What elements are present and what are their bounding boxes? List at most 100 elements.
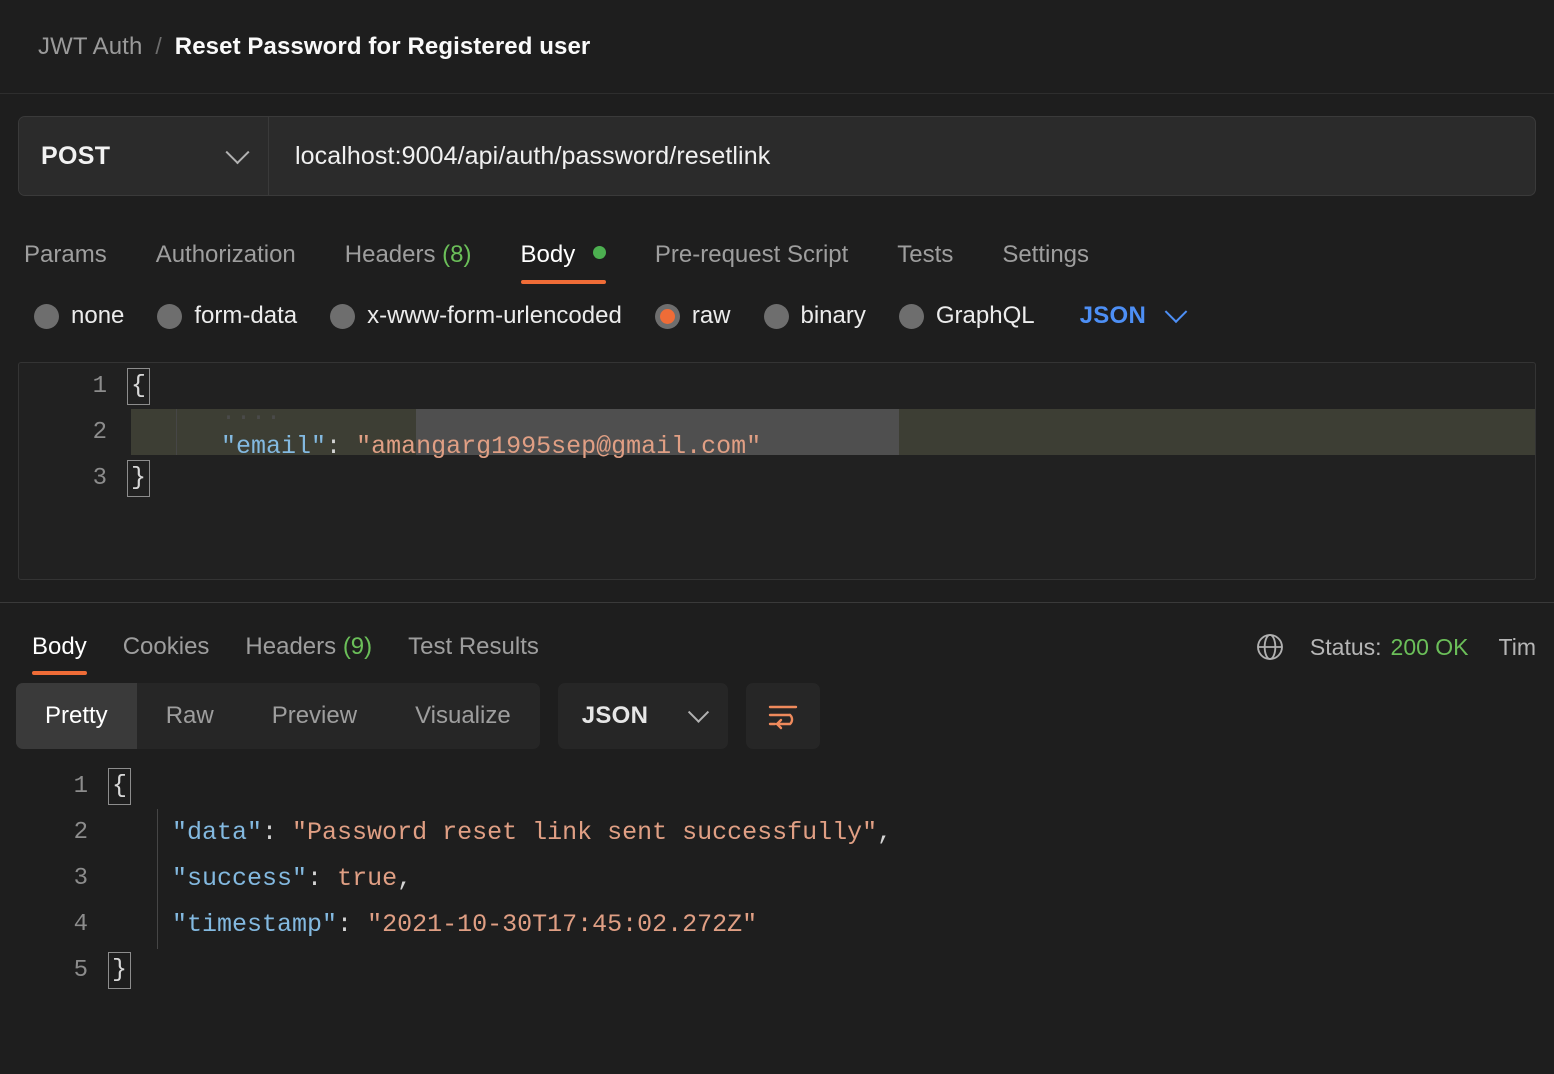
request-url-row: POST localhost:9004/api/auth/password/re… xyxy=(0,94,1554,196)
line-number: 4 xyxy=(73,910,88,938)
chevron-down-icon xyxy=(225,139,250,164)
request-body-editor[interactable]: 1 { 2 ···· "email": "amangarg1995sep@gma… xyxy=(18,362,1536,580)
time-label: Tim xyxy=(1498,633,1536,660)
tab-body-label: Body xyxy=(520,241,576,268)
raw-format-select[interactable]: JSON xyxy=(1079,300,1188,330)
response-line: 1 { xyxy=(0,763,1554,809)
view-mode-pretty-label: Pretty xyxy=(45,702,108,729)
raw-format-label: JSON xyxy=(1079,302,1147,329)
json-key: "data" xyxy=(172,817,263,847)
tab-tests[interactable]: Tests xyxy=(897,241,953,284)
radio-icon xyxy=(157,303,183,329)
tab-authorization-label: Authorization xyxy=(155,241,296,268)
response-tab-test-results-label: Test Results xyxy=(408,633,539,660)
body-type-binary[interactable]: binary xyxy=(763,302,866,330)
status-label: Status: xyxy=(1309,633,1382,660)
view-mode-raw[interactable]: Raw xyxy=(137,683,243,749)
body-type-urlencoded-label: x-www-form-urlencoded xyxy=(367,302,622,329)
json-colon: : xyxy=(262,817,293,847)
view-mode-visualize[interactable]: Visualize xyxy=(386,683,540,749)
response-body-viewer[interactable]: 1 { 2 "data": "Password reset link sent … xyxy=(0,763,1554,1013)
body-type-graphql-label: GraphQL xyxy=(935,302,1035,329)
response-format-select[interactable]: JSON xyxy=(557,683,728,749)
http-method-select[interactable]: POST xyxy=(19,117,269,195)
response-tab-test-results[interactable]: Test Results xyxy=(408,633,539,675)
line-number: 1 xyxy=(73,772,88,800)
tab-settings[interactable]: Settings xyxy=(1002,241,1089,284)
json-boolean-value: true xyxy=(337,863,398,893)
response-format-label: JSON xyxy=(581,702,649,729)
json-colon: : xyxy=(307,863,338,893)
brace-match: } xyxy=(127,459,151,497)
http-method-label: POST xyxy=(41,141,111,170)
line-number: 1 xyxy=(92,372,107,400)
tab-authorization[interactable]: Authorization xyxy=(156,241,296,284)
line-number: 3 xyxy=(73,864,88,892)
response-tab-headers-count: (9) xyxy=(342,633,373,660)
json-string-value: "amangarg1995sep@gmail.com" xyxy=(356,432,762,461)
word-wrap-icon xyxy=(768,705,797,730)
view-mode-preview[interactable]: Preview xyxy=(243,683,386,749)
response-view-mode-group: Pretty Raw Preview Visualize xyxy=(16,683,540,749)
response-tab-body[interactable]: Body xyxy=(32,633,87,675)
body-type-form-data[interactable]: form-data xyxy=(157,302,297,330)
tab-tests-label: Tests xyxy=(897,241,954,268)
chevron-down-icon xyxy=(1164,300,1188,324)
view-mode-raw-label: Raw xyxy=(165,702,214,729)
response-tab-bar: Body Cookies Headers (9) Test Results St… xyxy=(0,603,1554,675)
response-status-area: Status: 200 OK Tim xyxy=(1254,631,1536,675)
body-type-graphql[interactable]: GraphQL xyxy=(898,302,1035,330)
response-tab-body-label: Body xyxy=(32,633,87,660)
radio-selected-icon xyxy=(654,303,680,329)
json-string-value: "2021-10-30T17:45:02.272Z" xyxy=(367,909,758,939)
json-key: "success" xyxy=(172,863,308,893)
brace-match: { xyxy=(108,767,132,805)
breadcrumb-separator: / xyxy=(155,33,162,59)
json-comma: , xyxy=(397,863,413,893)
body-type-urlencoded[interactable]: x-www-form-urlencoded xyxy=(330,302,622,330)
whitespace-dots: ···· xyxy=(221,403,282,432)
response-tab-headers[interactable]: Headers (9) xyxy=(245,633,372,675)
request-tab-bar: Params Authorization Headers (8) Body Pr… xyxy=(0,212,1554,284)
response-tab-cookies-label: Cookies xyxy=(122,633,210,660)
body-type-row: none form-data x-www-form-urlencoded raw… xyxy=(0,284,1554,348)
response-line: 4 "timestamp": "2021-10-30T17:45:02.272Z… xyxy=(0,901,1554,947)
view-mode-preview-label: Preview xyxy=(271,702,358,729)
editor-line-active: 2 ···· "email": "amangarg1995sep@gmail.c… xyxy=(19,403,1535,461)
json-colon: : xyxy=(337,909,368,939)
view-mode-pretty[interactable]: Pretty xyxy=(16,683,137,749)
tab-pre-request-script[interactable]: Pre-request Script xyxy=(655,241,848,284)
status-badge: 200 OK xyxy=(1390,633,1469,660)
body-type-none-label: none xyxy=(71,302,125,329)
json-comma: , xyxy=(877,817,893,847)
globe-icon[interactable] xyxy=(1254,631,1286,663)
tab-headers-label: Headers xyxy=(344,241,436,268)
brace-match: } xyxy=(108,951,132,989)
response-tab-cookies[interactable]: Cookies xyxy=(123,633,210,675)
body-type-binary-label: binary xyxy=(800,302,866,329)
page-title: Reset Password for Registered user xyxy=(174,32,591,60)
response-line: 2 "data": "Password reset link sent succ… xyxy=(0,809,1554,855)
breadcrumb-collection[interactable]: JWT Auth xyxy=(38,33,142,61)
view-mode-visualize-label: Visualize xyxy=(415,702,511,729)
radio-icon xyxy=(330,303,356,329)
url-input[interactable]: localhost:9004/api/auth/password/resetli… xyxy=(269,117,1535,195)
tab-pre-request-script-label: Pre-request Script xyxy=(654,241,849,268)
line-number: 5 xyxy=(73,956,88,984)
tab-settings-label: Settings xyxy=(1002,241,1090,268)
breadcrumb: JWT Auth / Reset Password for Registered… xyxy=(0,0,1554,94)
line-number: 3 xyxy=(92,464,107,492)
tab-headers[interactable]: Headers (8) xyxy=(345,241,472,284)
chevron-down-icon xyxy=(687,701,709,723)
line-number: 2 xyxy=(73,818,88,846)
body-type-none[interactable]: none xyxy=(34,302,124,330)
tab-body[interactable]: Body xyxy=(520,241,607,284)
json-key: "email" xyxy=(221,432,327,461)
json-key: "timestamp" xyxy=(172,909,338,939)
radio-icon xyxy=(763,303,789,329)
word-wrap-button[interactable] xyxy=(745,683,820,749)
tab-params-label: Params xyxy=(24,241,107,268)
body-type-raw[interactable]: raw xyxy=(654,302,731,330)
tab-params[interactable]: Params xyxy=(24,241,107,284)
response-tab-headers-label: Headers xyxy=(245,633,337,660)
